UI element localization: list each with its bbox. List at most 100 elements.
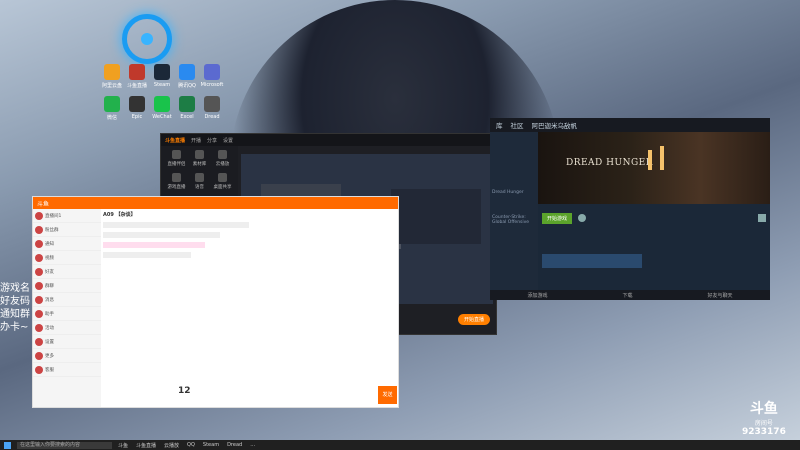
- steam-add-game[interactable]: 添加游戏: [527, 292, 547, 299]
- badge-label: 房间号: [754, 420, 773, 427]
- douyu-tab-settings[interactable]: 设置: [223, 137, 233, 144]
- taskbar-app[interactable]: 斗鱼: [118, 442, 128, 449]
- douyu-tool[interactable]: 素材库: [188, 150, 211, 167]
- badge-brand: 斗鱼: [749, 401, 778, 417]
- chat-list-item[interactable]: 视频: [33, 251, 101, 265]
- chat-list-item[interactable]: 更多: [33, 349, 101, 363]
- chat-list-item[interactable]: 群聊: [33, 279, 101, 293]
- douyu-tool[interactable]: 直播伴侣: [165, 150, 188, 167]
- desktop-logo-icon: [122, 14, 172, 64]
- avatar: [35, 337, 43, 346]
- chat-list-item[interactable]: 活动: [33, 321, 101, 335]
- message-line: [103, 222, 249, 228]
- chat-item-label: 活动: [45, 325, 54, 331]
- avatar: [35, 281, 43, 290]
- candle-icon: [660, 146, 664, 170]
- steam-sidebar: Dread Hunger Counter-Strike: Global Offe…: [490, 132, 538, 290]
- badge-room-number: 9233176: [742, 427, 786, 437]
- message-line: [103, 252, 191, 258]
- chat-list-item[interactable]: 助手: [33, 307, 101, 321]
- taskbar-app[interactable]: QQ: [187, 442, 195, 449]
- play-button[interactable]: 开始游戏: [542, 212, 573, 224]
- tool-label: 游戏直播: [167, 185, 186, 190]
- tool-label: 直播伴侣: [167, 162, 186, 167]
- avatar: [35, 309, 43, 318]
- windows-start-icon[interactable]: [4, 441, 11, 449]
- chat-list-item[interactable]: 通知: [33, 237, 101, 251]
- steam-nav-library[interactable]: 库: [496, 120, 503, 130]
- douyu-tool[interactable]: 游戏直播: [165, 173, 188, 190]
- chat-item-label: 客服: [45, 367, 54, 373]
- chat-input-area[interactable]: [251, 322, 398, 407]
- send-button[interactable]: 发送: [378, 386, 397, 404]
- tool-label: 桌面共享: [213, 185, 232, 190]
- avatar: [35, 225, 43, 234]
- douyu-title: 斗鱼直播: [165, 137, 186, 144]
- steam-friends[interactable]: 好友与聊天: [707, 292, 732, 299]
- taskbar-app[interactable]: Steam: [203, 442, 219, 449]
- douyu-tab-share[interactable]: 分享: [207, 137, 217, 144]
- desktop-icon[interactable]: Microsoft: [192, 64, 232, 88]
- tool-icon: [172, 150, 181, 159]
- douyu-titlebar: 斗鱼直播 开播 分享 设置: [161, 134, 496, 146]
- chat-messages: A09 【杂谈】: [101, 209, 251, 389]
- chat-list-item[interactable]: 客服: [33, 363, 101, 377]
- online-count: 12: [178, 386, 191, 396]
- avatar: [35, 239, 43, 248]
- chat-item-label: 视频: [45, 255, 54, 261]
- taskbar-app[interactable]: Dread: [227, 442, 242, 449]
- chat-item-label: 消息: [45, 297, 54, 303]
- chat-item-label: 助手: [45, 311, 54, 317]
- steam-window[interactable]: 库 社区 阿巴迦米乌敌帆 Dread Hunger Counter-Strike…: [490, 118, 770, 300]
- chat-list-item[interactable]: 直播间1: [33, 209, 101, 223]
- chat-item-label: 粉丝群: [45, 227, 59, 233]
- preview-window-3: [391, 189, 481, 244]
- avatar: [35, 365, 43, 374]
- cloud-icon: [578, 214, 587, 222]
- tool-label: 云播放: [215, 162, 230, 167]
- tool-label: 素材库: [192, 162, 207, 167]
- steam-game-hero: DREAD HUNGER: [538, 132, 770, 204]
- douyu-tab-live[interactable]: 开播: [191, 137, 201, 144]
- taskbar-app[interactable]: 斗鱼直播: [136, 442, 156, 449]
- avatar: [35, 351, 43, 360]
- tool-icon: [218, 173, 227, 182]
- chat-header: 斗鱼: [33, 197, 398, 209]
- chat-list-item[interactable]: 消息: [33, 293, 101, 307]
- gear-icon[interactable]: [758, 214, 766, 222]
- tool-icon: [195, 173, 204, 182]
- steam-side-item[interactable]: Counter-Strike: Global Offensive: [492, 215, 536, 225]
- chat-list-item[interactable]: 好友: [33, 265, 101, 279]
- steam-side-item[interactable]: Dread Hunger: [492, 190, 536, 195]
- chat-client-window[interactable]: 斗鱼 直播间1 粉丝群通知视频好友 群聊消息助手活动设置更多客服 A09 【杂谈】: [32, 196, 399, 408]
- steam-nav-user[interactable]: 阿巴迦米乌敌帆: [532, 120, 578, 130]
- steam-nav-community[interactable]: 社区: [511, 120, 524, 130]
- avatar: [35, 295, 43, 304]
- douyu-tool[interactable]: 云播放: [211, 150, 234, 167]
- steam-bottom-bar: 添加游戏 下载 好友与聊天: [490, 290, 770, 300]
- douyu-tool[interactable]: 桌面共享: [211, 173, 234, 190]
- avatar: [35, 253, 43, 262]
- candle-icon: [648, 150, 652, 170]
- steam-activity-card: [542, 254, 642, 268]
- steam-downloads[interactable]: 下载: [622, 292, 632, 299]
- avatar: [35, 323, 43, 332]
- chat-list-item[interactable]: 设置: [33, 335, 101, 349]
- message-line: [103, 242, 206, 248]
- chat-item-label: 直播间1: [45, 213, 62, 219]
- taskbar-app[interactable]: …: [250, 442, 255, 449]
- start-live-button[interactable]: 开始直播: [457, 313, 490, 325]
- taskbar-search[interactable]: 在这里输入你要搜索的内容: [17, 441, 112, 449]
- desktop-icon[interactable]: Dread: [192, 96, 232, 120]
- taskbar-app[interactable]: 云播放: [164, 442, 179, 449]
- avatar: [35, 211, 43, 220]
- room-label: A09 【杂谈】: [103, 212, 136, 218]
- chat-item-label: 设置: [45, 339, 54, 345]
- taskbar: 在这里输入你要搜索的内容 斗鱼 斗鱼直播 云播放 QQ Steam Dread …: [0, 440, 800, 450]
- chat-item-label: 通知: [45, 241, 54, 247]
- game-title: DREAD HUNGER: [566, 158, 653, 168]
- chat-list-item[interactable]: 粉丝群: [33, 223, 101, 237]
- douyu-tool[interactable]: 语音: [188, 173, 211, 190]
- app-icon: [204, 64, 220, 80]
- room-badge: 斗鱼 房间号 9233176: [742, 398, 786, 437]
